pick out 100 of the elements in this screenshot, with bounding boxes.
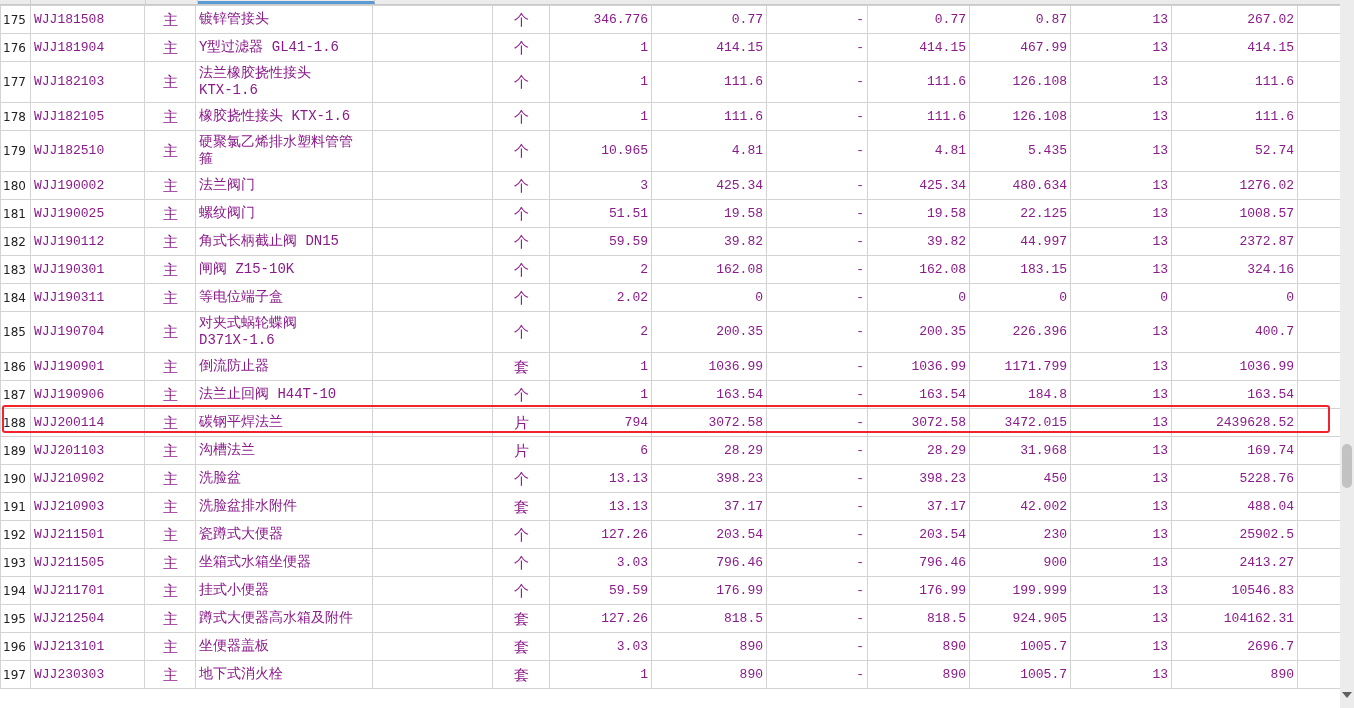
unit-cell-text: 个 [512, 109, 530, 124]
amount-cell-text: 2372.87 [1238, 234, 1294, 249]
category-cell-text: 主 [161, 667, 179, 682]
table-cell-text: - [855, 144, 864, 158]
item-name: 倒流防止器 [199, 358, 270, 375]
quantity-cell-text: 127.26 [600, 611, 648, 626]
table-cell-text: 1005.7 [1019, 667, 1067, 682]
row-number: 180 [3, 178, 27, 193]
amount-cell-text: 104162.31 [1222, 611, 1294, 626]
table-cell-text: 203.54 [918, 527, 966, 542]
amount-cell-text: 169.74 [1246, 443, 1294, 458]
unit-cell-text: 片 [512, 415, 530, 430]
scroll-down-icon[interactable] [1342, 692, 1352, 698]
amount-cell-text: 25902.5 [1238, 527, 1294, 542]
table-cell-text: 126.108 [1011, 109, 1067, 124]
category-cell-text: 主 [161, 40, 179, 55]
table-cell-text: - [855, 262, 864, 277]
row-number: 177 [3, 75, 27, 89]
row-number: 193 [3, 555, 27, 570]
item-name: 角式长柄截止阀 DN15 [199, 233, 340, 250]
row-number: 190 [3, 471, 27, 486]
unit-cell-text: 套 [512, 667, 530, 682]
quantity-cell-text: 1 [639, 667, 648, 682]
scrollbar[interactable] [1340, 0, 1354, 708]
table-cell-text: 3472.015 [1003, 415, 1067, 430]
table-cell-text: 37.17 [926, 499, 966, 514]
unit-cell-text: 个 [512, 40, 530, 55]
category-cell-text: 主 [161, 178, 179, 193]
amount-cell-text: 400.7 [1254, 325, 1294, 339]
row-number: 182 [3, 234, 27, 249]
item-name: 沟槽法兰 [199, 442, 256, 459]
table-cell-text: 44.997 [1019, 234, 1067, 249]
table-cell-text: 111.6 [926, 109, 966, 124]
price-cell-text: 19.58 [723, 206, 763, 221]
amount-cell-text: 2413.27 [1238, 555, 1294, 570]
rate-cell-text: 13 [1151, 387, 1168, 402]
table-cell-text: 0.77 [933, 12, 966, 27]
unit-cell-text: 个 [512, 325, 530, 339]
amount-cell-text: 324.16 [1246, 262, 1294, 277]
table-cell-text: - [855, 40, 864, 55]
category-cell-text: 主 [161, 290, 179, 305]
table-cell-text: - [855, 443, 864, 458]
table-cell-text: - [855, 583, 864, 598]
rate-cell-text: 13 [1151, 359, 1168, 374]
price-cell-text: 111.6 [723, 75, 763, 89]
item-name: 碳钢平焊法兰 [199, 414, 284, 431]
item-name: 法兰橡胶挠性接头 KTX-1.6 [199, 65, 312, 99]
quantity-cell-text: 2 [639, 262, 648, 277]
row-number: 192 [3, 527, 27, 542]
quantity-cell-text: 2 [639, 325, 648, 339]
price-cell-text: 398.23 [715, 471, 763, 486]
rate-cell-text: 13 [1151, 415, 1168, 430]
quantity-cell-text: 1 [639, 109, 648, 124]
row-number: 176 [3, 40, 27, 55]
category-cell-text: 主 [161, 359, 179, 374]
item-code: WJJ230303 [34, 667, 106, 682]
amount-cell-text: 163.54 [1246, 387, 1294, 402]
price-cell-text: 163.54 [715, 387, 763, 402]
table-cell-text: 818.5 [926, 611, 966, 626]
price-cell-text: 1036.99 [707, 359, 763, 374]
table-cell-text: 31.968 [1019, 443, 1067, 458]
item-code: WJJ181508 [34, 12, 106, 27]
table-cell-text: - [855, 206, 864, 221]
table-cell-text: 398.23 [918, 471, 966, 486]
rate-cell-text: 13 [1151, 443, 1168, 458]
table-cell-text: 19.58 [926, 206, 966, 221]
unit-cell-text: 个 [512, 387, 530, 402]
item-code: WJJ190025 [34, 206, 106, 221]
category-cell-text: 主 [161, 415, 179, 430]
amount-cell-text: 890 [1269, 667, 1294, 682]
price-cell-text: 0.77 [730, 12, 763, 27]
quantity-cell-text: 1 [639, 40, 648, 55]
quantity-cell-text: 794 [623, 415, 648, 430]
item-code: WJJ211505 [34, 555, 106, 570]
quantity-cell-text: 51.51 [608, 206, 648, 221]
row-number: 183 [3, 262, 27, 277]
amount-cell-text: 2696.7 [1246, 639, 1294, 654]
table-cell-text: - [855, 359, 864, 374]
row-number: 195 [3, 611, 27, 626]
quantity-cell-text: 59.59 [608, 583, 648, 598]
row-number: 196 [3, 639, 27, 654]
table-cell-text: 900 [1042, 555, 1067, 570]
table-cell-text: 414.15 [918, 40, 966, 55]
scrollbar-thumb[interactable] [1342, 444, 1352, 488]
category-cell-text: 主 [161, 471, 179, 486]
item-code: WJJ190002 [34, 178, 106, 193]
category-cell-text: 主 [161, 583, 179, 598]
item-name: 坐便器盖板 [199, 638, 270, 655]
rate-cell-text: 13 [1151, 144, 1168, 158]
table-cell-text: 796.46 [918, 555, 966, 570]
category-cell-text: 主 [161, 443, 179, 458]
item-code: WJJ182105 [34, 109, 106, 124]
item-name: 瓷蹲式大便器 [199, 526, 284, 543]
table-cell-text: 450 [1042, 471, 1067, 486]
amount-cell-text: 5228.76 [1238, 471, 1294, 486]
table-cell-text: 39.82 [926, 234, 966, 249]
item-code: WJJ190901 [34, 359, 106, 374]
category-cell-text: 主 [161, 639, 179, 654]
table-cell-text: - [855, 471, 864, 486]
table-cell-text: - [855, 415, 864, 430]
